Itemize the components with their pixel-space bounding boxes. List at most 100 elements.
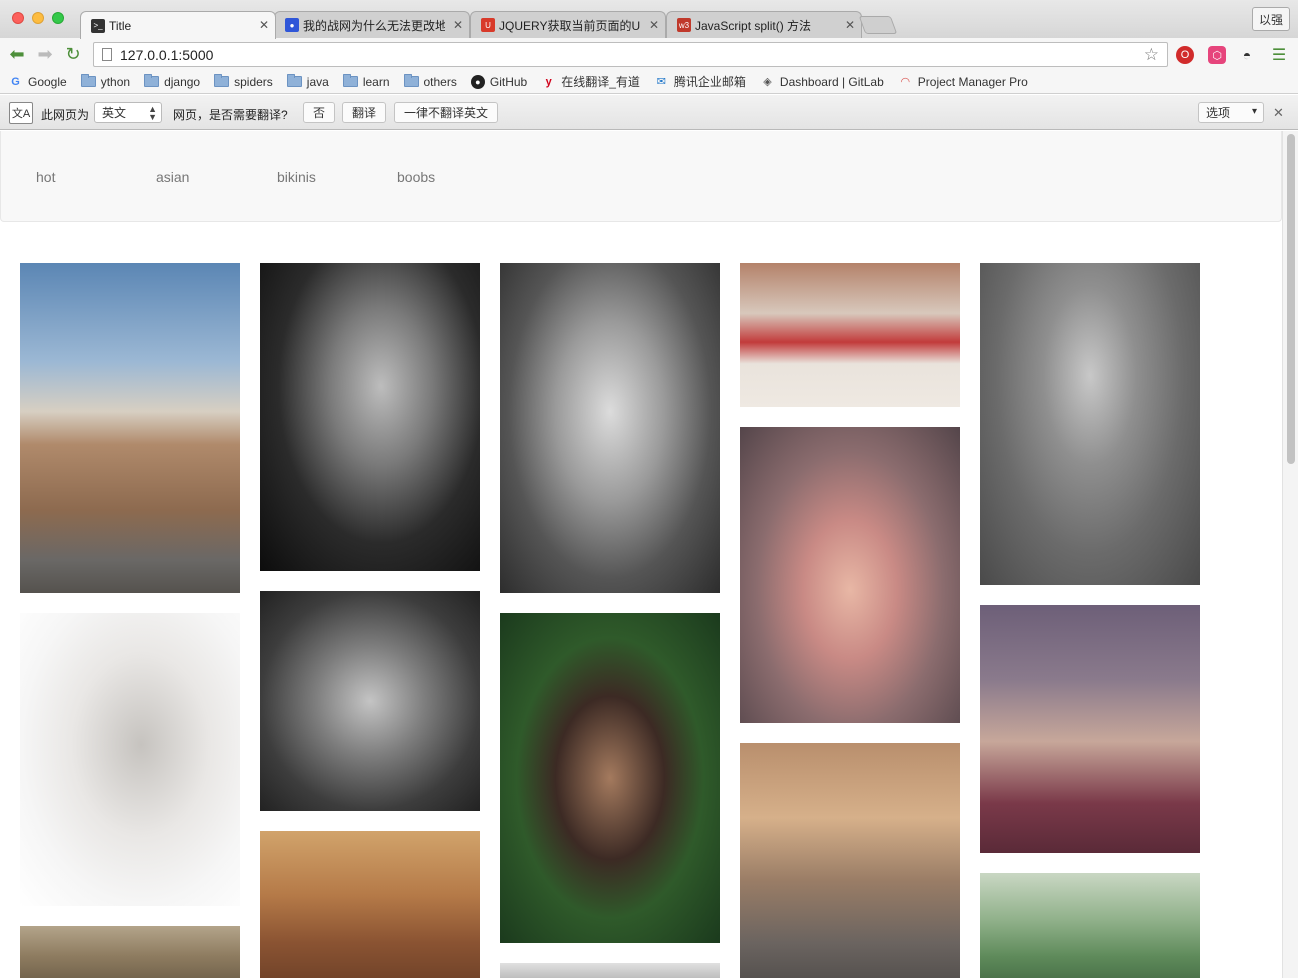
- close-icon[interactable]: ✕: [453, 18, 463, 32]
- photo-thumbnail[interactable]: [980, 263, 1200, 585]
- language-select[interactable]: 英文 ▲ ▼: [94, 102, 162, 123]
- tab-jquery[interactable]: U JQUERY获取当前页面的URL ✕: [470, 11, 666, 38]
- close-icon[interactable]: ✕: [649, 18, 659, 32]
- rainbow-icon: ◠: [900, 76, 911, 88]
- w3-icon: w3: [677, 18, 691, 32]
- bookmark-spiders[interactable]: spiders: [214, 74, 273, 89]
- opera-extension-icon[interactable]: O: [1176, 46, 1194, 64]
- youdao-icon: y: [545, 75, 552, 88]
- bookmark-label: Google: [28, 74, 67, 89]
- nav-link-boobs[interactable]: boobs: [397, 169, 435, 185]
- url-text[interactable]: 127.0.0.1:5000: [120, 47, 213, 63]
- photo-thumbnail[interactable]: [740, 263, 960, 407]
- mail-icon: ✉: [656, 76, 667, 88]
- terminal-icon: >_: [91, 18, 105, 33]
- scrollbar-thumb[interactable]: [1287, 134, 1295, 464]
- menu-icon[interactable]: ☰: [1270, 46, 1288, 64]
- translate-prefix: 此网页为: [41, 108, 90, 122]
- bookmark-project-manager[interactable]: ◠ Project Manager Pro: [898, 74, 1028, 89]
- new-tab-button[interactable]: [858, 16, 898, 34]
- photo-thumbnail[interactable]: [500, 613, 720, 943]
- photo-thumbnail[interactable]: [500, 263, 720, 593]
- bookmark-django[interactable]: django: [144, 74, 201, 89]
- back-arrow-icon[interactable]: ⬅: [5, 42, 29, 66]
- no-button[interactable]: 否: [303, 102, 336, 123]
- hexagon-extension-icon[interactable]: ⬡: [1208, 46, 1226, 64]
- folder-icon: [80, 74, 96, 87]
- bookmark-label: java: [306, 74, 329, 89]
- bookmark-label: Dashboard | GitLab: [779, 74, 884, 89]
- close-icon[interactable]: ✕: [259, 18, 269, 32]
- photo-thumbnail[interactable]: [740, 743, 960, 978]
- tab-label: JavaScript split() 方法: [695, 18, 812, 33]
- bookmark-java[interactable]: java: [286, 74, 329, 89]
- photo-thumbnail[interactable]: [20, 613, 240, 906]
- folder-icon: [214, 74, 230, 87]
- nav-link-bikinis[interactable]: bikinis: [277, 169, 316, 185]
- bookmark-label: ython: [100, 74, 131, 89]
- bookmark-label: learn: [362, 74, 390, 89]
- folder-icon: [286, 74, 302, 87]
- bookmark-label: 腾讯企业邮箱: [673, 75, 746, 89]
- bookmarks-bar: G Google ython django spiders java learn…: [0, 70, 1298, 94]
- github-icon: ●: [470, 74, 485, 89]
- mask-extension-icon[interactable]: ◓: [1238, 46, 1256, 64]
- photo-thumbnail[interactable]: [740, 427, 960, 723]
- options-select[interactable]: 选项 ▾: [1198, 102, 1264, 123]
- translate-icon: 文A: [9, 102, 33, 124]
- page-viewport: hot asian bikinis boobs: [0, 131, 1298, 978]
- tab-javascript-split[interactable]: w3 JavaScript split() 方法 ✕: [666, 11, 862, 38]
- browser-toolbar: ⬅ ➡ ↻ 127.0.0.1:5000 ☆ O ⬡ ◓ ☰: [0, 38, 1298, 70]
- close-icon[interactable]: ✕: [1273, 105, 1284, 121]
- reload-icon[interactable]: ↻: [61, 42, 85, 66]
- photo-thumbnail[interactable]: [980, 605, 1200, 853]
- u-logo-icon: U: [481, 18, 495, 32]
- bookmark-tencent-mail[interactable]: ✉ 腾讯企业邮箱: [654, 73, 746, 90]
- bookmark-learn[interactable]: learn: [342, 74, 390, 89]
- photo-thumbnail[interactable]: [260, 591, 480, 811]
- profile-button[interactable]: 以强: [1251, 7, 1290, 31]
- photo-thumbnail[interactable]: [20, 926, 240, 978]
- bookmark-label: django: [164, 74, 201, 89]
- tab-strip: >_ Title ✕ ● 我的战网为什么无法更改地区 ✕ U JQUERY获取当…: [0, 0, 1298, 39]
- forward-arrow-icon[interactable]: ➡: [33, 42, 57, 66]
- bookmark-star-icon[interactable]: ☆: [1144, 45, 1159, 65]
- bookmark-label: spiders: [234, 74, 273, 89]
- chevron-down-icon: ▾: [1251, 106, 1257, 117]
- bookmark-python[interactable]: ython: [80, 74, 131, 89]
- vertical-scrollbar[interactable]: [1282, 131, 1298, 978]
- bookmark-label: 在线翻译_有道: [561, 75, 640, 89]
- photo-thumbnail[interactable]: [980, 873, 1200, 978]
- google-icon: G: [11, 75, 20, 88]
- folder-icon: [144, 74, 160, 87]
- bookmark-label: Project Manager Pro: [917, 74, 1028, 89]
- translate-button[interactable]: 翻译: [342, 102, 387, 123]
- bookmark-gitlab[interactable]: ◈ Dashboard | GitLab: [760, 75, 884, 89]
- bookmark-others[interactable]: others: [403, 74, 457, 89]
- select-arrows-icon: ▲ ▼: [148, 104, 157, 122]
- photo-thumbnail[interactable]: [260, 831, 480, 978]
- bookmark-label: others: [423, 74, 457, 89]
- nav-link-asian[interactable]: asian: [156, 169, 189, 185]
- tab-label: 我的战网为什么无法更改地区: [303, 18, 445, 33]
- bookmark-github[interactable]: ● GitHub: [470, 74, 527, 89]
- photo-thumbnail[interactable]: [260, 263, 480, 571]
- address-bar[interactable]: 127.0.0.1:5000 ☆: [93, 42, 1168, 67]
- close-icon[interactable]: ✕: [845, 18, 855, 32]
- options-label: 选项: [1206, 106, 1231, 120]
- nav-link-hot[interactable]: hot: [36, 169, 55, 185]
- baidu-paw-icon: ●: [285, 18, 299, 32]
- bookmark-google[interactable]: G Google: [8, 74, 67, 89]
- window-minimize-button[interactable]: [32, 12, 44, 24]
- tab-baidu[interactable]: ● 我的战网为什么无法更改地区 ✕: [274, 11, 470, 38]
- window-close-button[interactable]: [12, 12, 24, 24]
- tab-title[interactable]: >_ Title ✕: [80, 11, 276, 39]
- photo-thumbnail[interactable]: [20, 263, 240, 593]
- photo-thumbnail[interactable]: [500, 963, 720, 978]
- folder-icon: [342, 74, 358, 87]
- bookmark-youdao[interactable]: y 在线翻译_有道: [541, 73, 640, 90]
- never-translate-button[interactable]: 一律不翻译英文: [394, 102, 499, 123]
- window-maximize-button[interactable]: [52, 12, 64, 24]
- tab-label: JQUERY获取当前页面的URL: [499, 18, 641, 33]
- translate-bar: 文A 此网页为 英文 ▲ ▼ 网页，是否需要翻译? 否 翻译 一律不翻译英文 选项…: [0, 95, 1298, 130]
